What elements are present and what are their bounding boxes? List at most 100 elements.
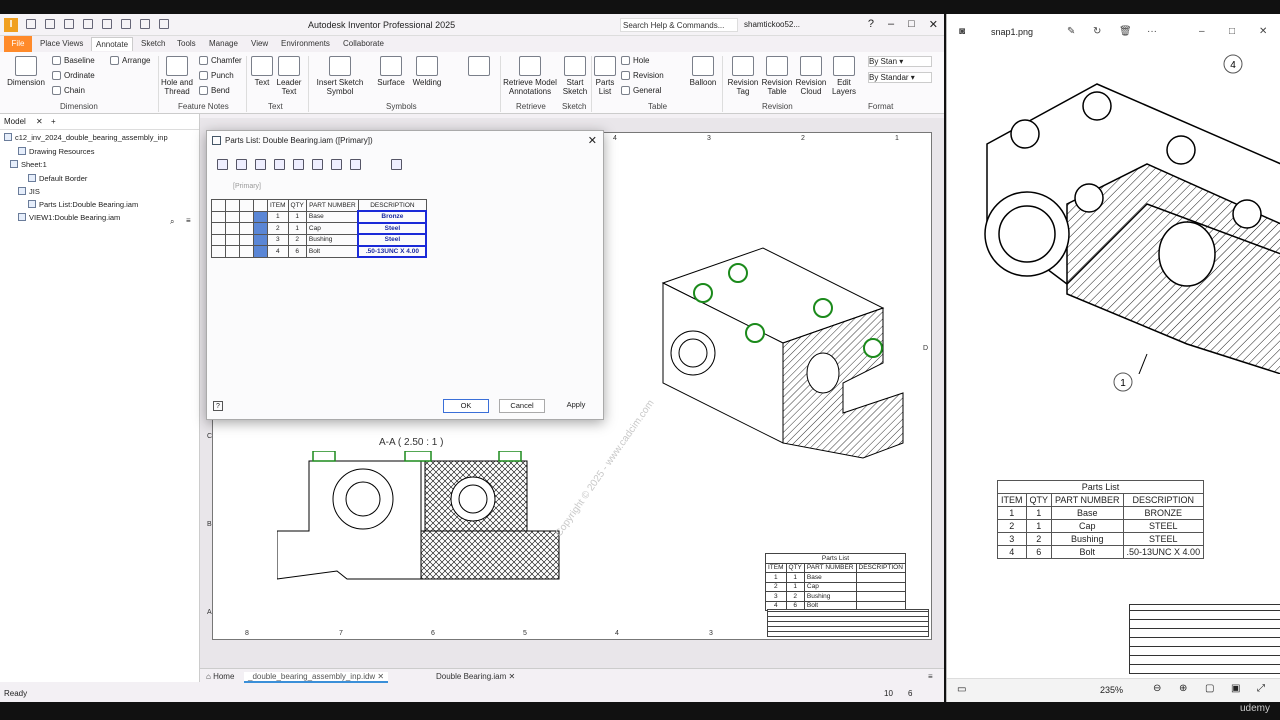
tab-collaborate[interactable]: Collaborate (343, 39, 384, 48)
general-table-button[interactable]: General (621, 86, 661, 96)
section-view[interactable] (277, 451, 567, 583)
revision-table-button[interactable]: Revision Table (760, 56, 794, 96)
col-part-number[interactable]: PART NUMBER (305, 199, 359, 212)
renumber-icon[interactable] (331, 159, 342, 170)
update-icon[interactable] (159, 19, 169, 29)
cancel-button[interactable]: Cancel (499, 399, 545, 413)
revision-tag-button[interactable]: Revision Tag (726, 56, 760, 96)
sort-icon[interactable] (274, 159, 285, 170)
table-row[interactable]: 1 1 Base Bronze (211, 210, 428, 224)
help-icon[interactable]: ? (213, 401, 223, 411)
table-row[interactable]: 3 2 Bushing Steel (211, 233, 428, 247)
slideshow-icon[interactable]: ▣ (1231, 683, 1240, 694)
search-icon[interactable]: ⌕ (170, 217, 174, 227)
print-icon[interactable] (140, 19, 150, 29)
close-icon[interactable]: ✕ (929, 18, 938, 31)
bend-button[interactable]: Bend (199, 86, 230, 96)
start-sketch-button[interactable]: Start Sketch (560, 56, 590, 96)
title-block[interactable] (767, 609, 929, 637)
col-item[interactable]: ITEM (267, 199, 289, 212)
more-icon[interactable]: ··· (1147, 26, 1157, 37)
revision-cloud-button[interactable]: Revision Cloud (794, 56, 828, 96)
revision-table-small-button[interactable]: Revision (621, 71, 664, 81)
filmstrip-icon[interactable]: ▭ (957, 684, 966, 695)
chamfer-button[interactable]: Chamfer (199, 56, 242, 66)
table-row[interactable]: 2 1 Cap Steel (211, 221, 428, 235)
layer-dropdown[interactable]: By Standar ▾ (868, 72, 932, 83)
arrange-button[interactable]: Arrange (110, 56, 150, 66)
group-settings-icon[interactable] (236, 159, 247, 170)
ok-button[interactable]: OK (443, 399, 489, 413)
rotate-icon[interactable]: ↻ (1093, 26, 1101, 37)
ordinate-button[interactable]: Ordinate (52, 71, 95, 81)
table-layout-icon[interactable] (312, 159, 323, 170)
minimize-icon[interactable]: – (888, 18, 894, 31)
home-icon[interactable] (121, 19, 131, 29)
tab-place-views[interactable]: Place Views (40, 39, 83, 48)
punch-button[interactable]: Punch (199, 71, 234, 81)
table-row[interactable]: 4 6 Bolt .50-13UNC X 4.00 (211, 244, 428, 258)
balloon-button[interactable]: Balloon (688, 56, 718, 87)
hole-table-button[interactable]: Hole (621, 56, 649, 66)
zoom-out-icon[interactable]: ⊖ (1153, 683, 1161, 694)
tree-item-sheet[interactable]: Sheet:1 (10, 160, 47, 169)
add-tab-icon[interactable]: + (51, 117, 56, 126)
bom-view-dropdown[interactable]: [Primary] (233, 183, 261, 190)
column-chooser-icon[interactable] (217, 159, 228, 170)
tab-menu-icon[interactable]: ≡ (928, 672, 933, 681)
sketch-tools[interactable] (464, 56, 494, 78)
tree-item-drawing-resources[interactable]: Drawing Resources (18, 147, 94, 156)
dimension-button[interactable]: Dimension (6, 56, 46, 87)
tab-sketch[interactable]: Sketch (141, 39, 165, 48)
isometric-view[interactable] (633, 243, 923, 483)
part-list-override-icon[interactable] (350, 159, 361, 170)
style-dropdown[interactable]: By Stan ▾ (868, 56, 932, 67)
col-description[interactable]: DESCRIPTION (357, 199, 427, 212)
parts-list-button[interactable]: Parts List (593, 56, 617, 96)
tab-view[interactable]: View (251, 39, 268, 48)
fullscreen-icon[interactable]: ⤢ (1257, 683, 1265, 694)
col-qty[interactable]: QTY (287, 199, 307, 212)
tree-item-jis[interactable]: JIS (18, 187, 40, 196)
minimize-icon[interactable]: – (1199, 26, 1205, 37)
fit-icon[interactable]: ▢ (1205, 683, 1214, 694)
parts-list-grid[interactable]: ITEM QTY PART NUMBER DESCRIPTION 1 1 Bas… (211, 199, 428, 258)
tree-item-view1[interactable]: VIEW1:Double Bearing.iam (18, 213, 120, 222)
tab-file[interactable]: File (4, 36, 32, 52)
delete-icon[interactable]: 🗑 (1119, 26, 1132, 37)
model-tab[interactable]: Model (4, 117, 26, 126)
dialog-close-icon[interactable]: ✕ (588, 134, 597, 147)
save-icon[interactable] (64, 19, 74, 29)
home-tab[interactable]: ⌂ Home (206, 672, 234, 681)
tree-item-drawing[interactable]: c12_inv_2024_double_bearing_assembly_inp (4, 133, 168, 142)
undo-icon[interactable] (83, 19, 93, 29)
assembly-doc-tab[interactable]: Double Bearing.iam ✕ (436, 672, 515, 681)
maximize-icon[interactable]: □ (908, 18, 915, 31)
maximize-icon[interactable]: □ (1229, 26, 1235, 37)
leader-text-button[interactable]: Leader Text (276, 56, 302, 96)
user-account[interactable]: shamtickoo52... (744, 20, 800, 29)
apply-button[interactable]: Apply (555, 399, 597, 413)
chain-button[interactable]: Chain (52, 86, 85, 96)
member-selection-icon[interactable] (391, 159, 402, 170)
tab-manage[interactable]: Manage (209, 39, 238, 48)
hole-thread-button[interactable]: Hole and Thread (160, 56, 194, 96)
open-icon[interactable] (45, 19, 55, 29)
surface-button[interactable]: Surface (374, 56, 408, 87)
new-icon[interactable] (26, 19, 36, 29)
drawing-doc-tab[interactable]: _double_bearing_assembly_inp.idw ✕ (244, 672, 389, 683)
tree-item-default-border[interactable]: Default Border (28, 174, 87, 183)
edit-layers-button[interactable]: Edit Layers (830, 56, 858, 96)
retrieve-annotations-button[interactable]: Retrieve Model Annotations (502, 56, 558, 96)
help-icon[interactable]: ? (868, 18, 874, 31)
tab-annotate[interactable]: Annotate (91, 37, 134, 51)
edit-icon[interactable]: ✎ (1067, 26, 1075, 37)
filter-settings-icon[interactable] (255, 159, 266, 170)
welding-button[interactable]: Welding (410, 56, 444, 87)
help-search-input[interactable]: Search Help & Commands... (620, 18, 738, 32)
text-button[interactable]: Text (250, 56, 274, 87)
sheet-parts-list[interactable]: Parts List ITEM QTY PART NUMBER DESCRIPT… (765, 553, 906, 611)
tab-tools[interactable]: Tools (177, 39, 196, 48)
tab-environments[interactable]: Environments (281, 39, 330, 48)
close-icon[interactable]: ✕ (1259, 26, 1267, 37)
